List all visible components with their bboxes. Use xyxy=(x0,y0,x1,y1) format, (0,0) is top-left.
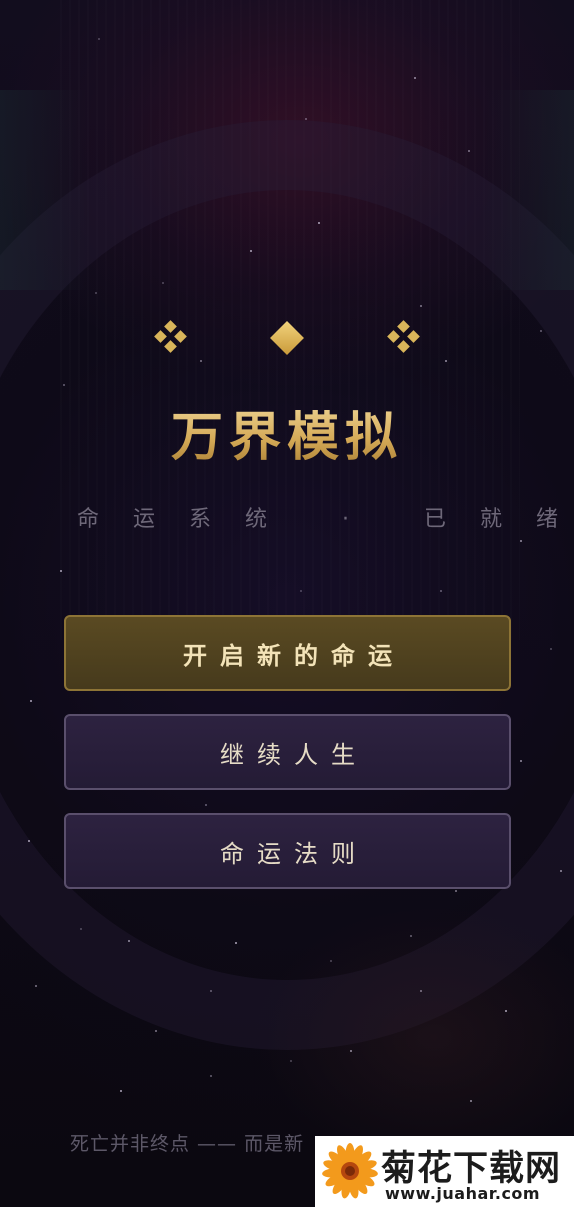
start-new-fate-button[interactable]: 开启新的命运 xyxy=(64,615,511,691)
diamond-cluster-icon xyxy=(151,318,191,358)
star xyxy=(560,870,562,872)
star xyxy=(128,940,130,942)
background-glow-bottom xyxy=(254,907,574,1167)
star xyxy=(350,1050,352,1052)
star xyxy=(520,540,522,542)
star xyxy=(300,590,302,592)
star xyxy=(80,928,82,930)
star xyxy=(468,150,470,152)
star xyxy=(162,282,164,284)
diamond-icon xyxy=(267,318,307,358)
game-title: 万界模拟 xyxy=(0,395,574,470)
star xyxy=(505,1010,507,1012)
star xyxy=(330,960,332,962)
star xyxy=(250,250,252,252)
star xyxy=(420,990,422,992)
star xyxy=(410,935,412,937)
diamond-cluster-icon xyxy=(384,318,424,358)
star xyxy=(455,890,457,892)
background-glow-right xyxy=(484,90,574,290)
star xyxy=(200,360,202,362)
star xyxy=(120,1090,122,1092)
star xyxy=(28,840,30,842)
star xyxy=(63,384,65,386)
star xyxy=(290,1060,292,1062)
star xyxy=(210,1075,212,1077)
chrysanthemum-logo-icon xyxy=(322,1143,378,1199)
star xyxy=(420,305,422,307)
system-status-subtitle: 命运系统 · 已就绪 xyxy=(77,507,574,532)
star xyxy=(440,590,442,592)
star xyxy=(520,760,522,762)
star xyxy=(550,648,552,650)
star xyxy=(210,990,212,992)
star xyxy=(35,985,37,987)
star xyxy=(30,700,32,702)
site-watermark: 菊花下载网 www.juahar.com xyxy=(315,1136,574,1207)
star xyxy=(540,330,542,332)
star xyxy=(470,1100,472,1102)
continue-life-button[interactable]: 继续人生 xyxy=(64,714,511,790)
footer-quote: 死亡并非终点 —— 而是新 xyxy=(70,1133,305,1155)
star xyxy=(205,804,207,806)
star xyxy=(414,77,416,79)
star xyxy=(95,292,97,294)
background-glow-left xyxy=(0,90,90,290)
fate-rules-button[interactable]: 命运法则 xyxy=(64,813,511,889)
star xyxy=(98,38,100,40)
star xyxy=(155,1030,157,1032)
watermark-url: www.juahar.com xyxy=(385,1184,541,1203)
star xyxy=(445,360,447,362)
star xyxy=(305,118,307,120)
star xyxy=(318,222,320,224)
star xyxy=(235,942,237,944)
game-start-screen: 万界模拟 命运系统 · 已就绪 开启新的命运 继续人生 命运法则 死亡并非终点 … xyxy=(0,0,574,1207)
star xyxy=(60,570,62,572)
